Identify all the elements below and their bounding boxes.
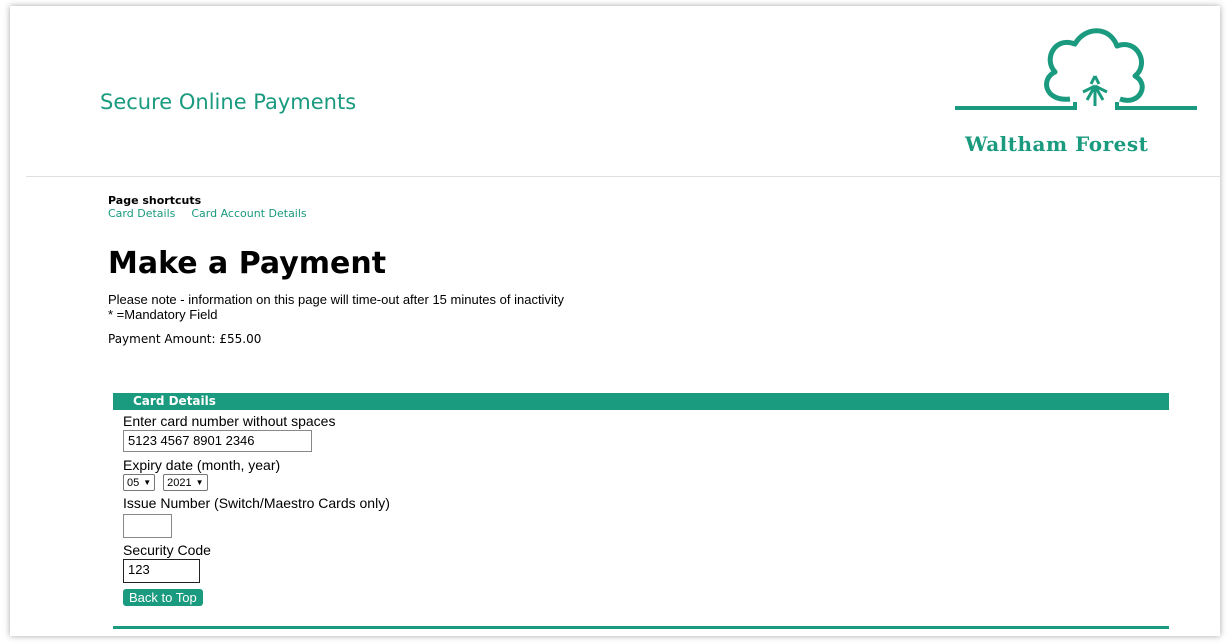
waltham-forest-logo: Waltham Forest (945, 24, 1205, 164)
card-details-form: Enter card number without spaces 5123 45… (123, 413, 390, 583)
header-divider (26, 176, 1220, 177)
expiry-selects: 05 ▼ 2021 ▼ (123, 474, 390, 491)
shortcut-card-details[interactable]: Card Details (108, 207, 175, 220)
expiry-year-value: 2021 (167, 476, 192, 489)
security-code-label: Security Code (123, 542, 211, 558)
issue-number-label: Issue Number (Switch/Maestro Cards only) (123, 495, 390, 511)
logo-text: Waltham Forest (965, 132, 1149, 156)
expiry-month-select[interactable]: 05 ▼ (123, 474, 156, 491)
site-title: Secure Online Payments (100, 90, 357, 114)
chevron-down-icon: ▼ (143, 478, 152, 487)
card-number-label: Enter card number without spaces (123, 413, 336, 429)
timeout-note-text: Please note - information on this page w… (108, 292, 564, 307)
payment-amount: Payment Amount: £55.00 (108, 332, 262, 346)
back-to-top-button[interactable]: Back to Top (123, 589, 203, 606)
timeout-note: Please note - information on this page w… (108, 292, 564, 322)
tree-icon (955, 28, 1197, 110)
expiry-label: Expiry date (month, year) (123, 457, 281, 473)
mandatory-field-note: * =Mandatory Field (108, 307, 218, 322)
card-details-section-title: Card Details (133, 394, 216, 408)
shortcuts-title: Page shortcuts (108, 194, 202, 207)
page-title: Make a Payment (108, 246, 387, 281)
card-number-input[interactable]: 5123 4567 8901 2346 (123, 430, 312, 452)
card-details-section-header: Card Details (113, 393, 1169, 410)
issue-number-input[interactable] (123, 514, 172, 538)
expiry-month-value: 05 (127, 476, 140, 489)
browser-page: Secure Online Payments Waltham Forest Pa… (10, 6, 1220, 636)
expiry-year-select[interactable]: 2021 ▼ (163, 474, 208, 491)
header: Secure Online Payments Waltham Forest (10, 6, 1220, 176)
section-footer-bar (113, 626, 1169, 629)
security-code-input[interactable]: 123 (123, 559, 200, 583)
page-shortcuts: Page shortcuts Card Details Card Account … (108, 194, 323, 220)
chevron-down-icon: ▼ (195, 478, 204, 487)
shortcut-card-account-details[interactable]: Card Account Details (191, 207, 306, 220)
